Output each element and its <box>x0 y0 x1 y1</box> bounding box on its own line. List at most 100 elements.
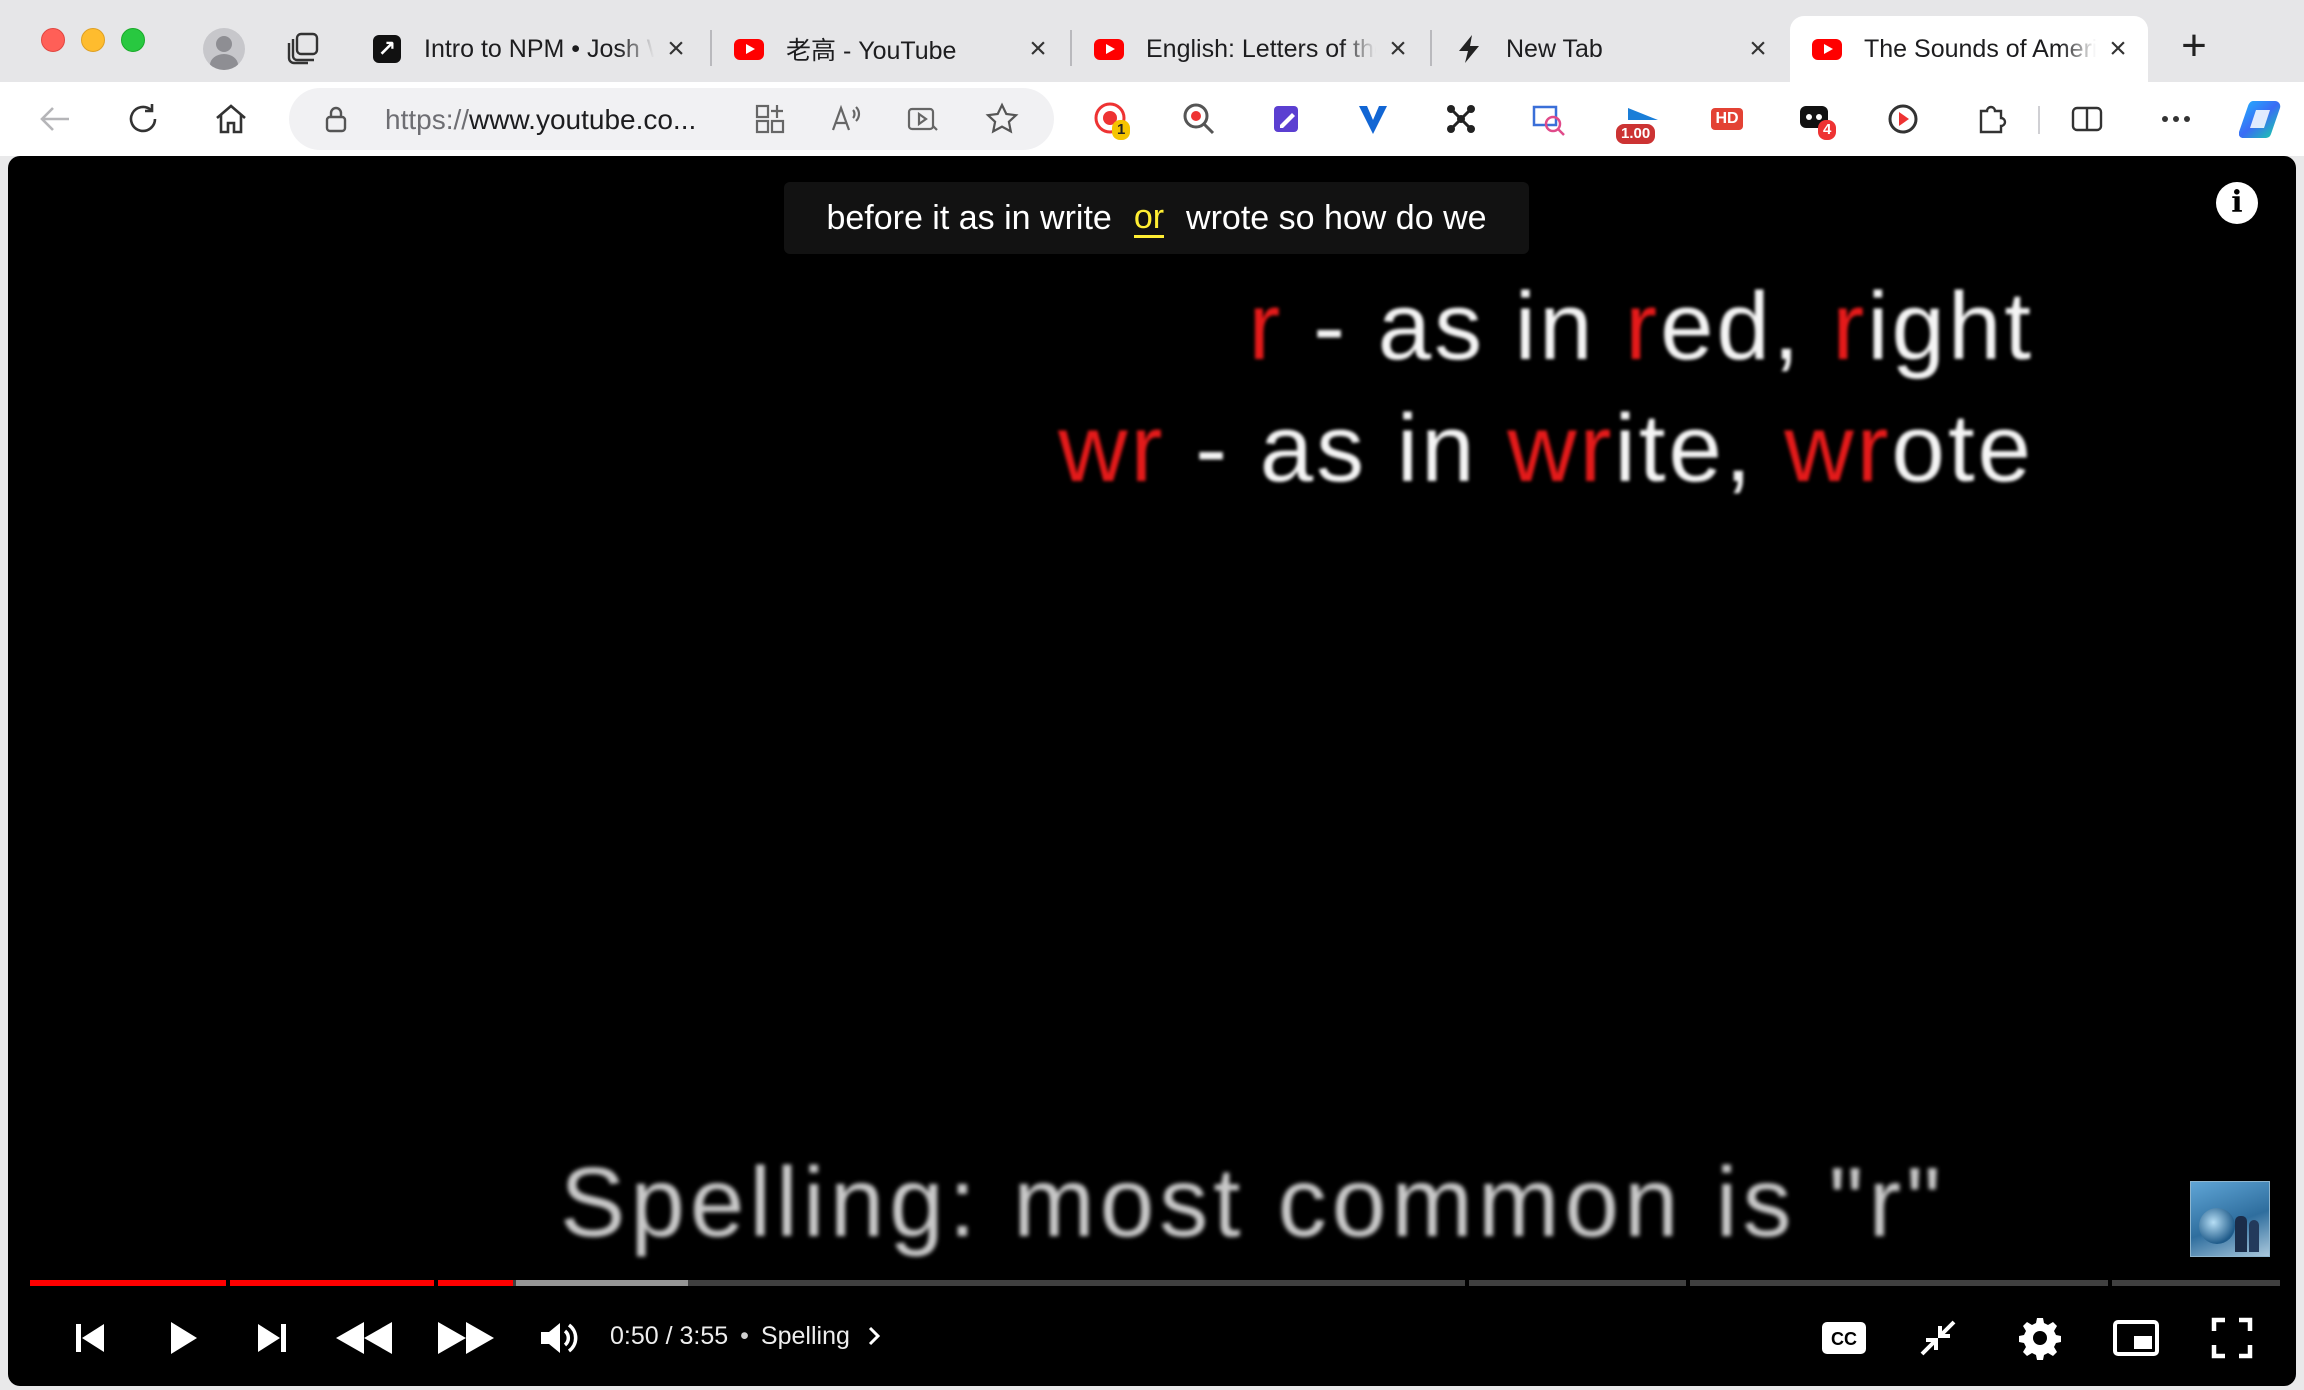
reload-icon[interactable] <box>122 98 164 140</box>
slide-text-line-1: r - as in red, right <box>1248 272 2034 382</box>
time-display: 0:50 / 3:55 • Spelling <box>610 1318 888 1354</box>
slide-footer-text: Spelling: most common is "r" <box>560 1147 1946 1257</box>
info-icon[interactable]: i <box>2216 182 2258 224</box>
youtube-icon <box>1094 37 1124 61</box>
vpn-extension-icon[interactable] <box>1352 98 1394 140</box>
closed-captions-icon[interactable]: CC <box>1814 1308 1874 1368</box>
extension-badge: 4 <box>1818 120 1837 140</box>
settings-gear-icon[interactable] <box>2010 1308 2070 1368</box>
close-tab-icon[interactable]: × <box>1024 34 1052 64</box>
tab-english-letters[interactable]: English: Letters of the Alphabet × <box>1072 16 1428 82</box>
copilot-icon[interactable] <box>2238 94 2288 144</box>
close-tab-icon[interactable]: × <box>1384 34 1412 64</box>
fast-forward-icon[interactable] <box>428 1308 504 1368</box>
favorite-star-icon[interactable] <box>981 98 1023 140</box>
chapter-segment[interactable] <box>1469 1280 1686 1286</box>
notes-extension-icon[interactable] <box>1266 98 1308 140</box>
chat-extension-icon[interactable]: 4 <box>1794 98 1837 140</box>
browser-toolbar: https://www.youtube.co... 1 1.00 HD 4 <box>0 82 2304 156</box>
hd-extension-icon[interactable]: HD <box>1706 98 1748 140</box>
volume-icon[interactable] <box>528 1308 588 1368</box>
video-player[interactable]: before it as in write or wrote so how do… <box>8 156 2296 1386</box>
previous-video-icon[interactable] <box>60 1308 120 1368</box>
slide-highlight-letters: r <box>1625 273 1661 380</box>
slide-text-run: ote <box>1891 395 2034 502</box>
tab-actions-icon[interactable] <box>286 30 322 66</box>
slide-highlight-letters: r <box>1832 273 1868 380</box>
chapter-segment[interactable] <box>1690 1280 2108 1286</box>
video-extension-icon[interactable] <box>1882 98 1924 140</box>
video-enhance-icon[interactable] <box>901 98 943 140</box>
split-screen-icon[interactable] <box>2066 98 2108 140</box>
next-video-icon[interactable] <box>242 1308 302 1368</box>
apps-icon[interactable] <box>749 98 791 140</box>
chapter-segment[interactable] <box>230 1280 434 1286</box>
slide-text-run: ed, <box>1660 273 1833 380</box>
slide-text-line-2: wr - as in write, wrote <box>1058 394 2034 504</box>
tab-strip: ↗ Intro to NPM • Josh W Comeau × 老高 - Yo… <box>0 0 2304 82</box>
search-extension-icon[interactable] <box>1178 98 1220 140</box>
record-extension-icon[interactable]: 1 <box>1090 98 1132 140</box>
time-text: 0:50 / 3:55 <box>610 1321 729 1350</box>
play-icon[interactable] <box>152 1308 212 1368</box>
home-icon[interactable] <box>210 98 252 140</box>
played-fill <box>30 1280 226 1286</box>
tab-laogao-youtube[interactable]: 老高 - YouTube × <box>712 16 1068 82</box>
youtube-icon <box>1812 37 1842 61</box>
address-bar[interactable]: https://www.youtube.co... <box>289 88 1054 150</box>
slide-highlight-letters: r <box>1248 273 1284 380</box>
close-window-button[interactable] <box>41 28 65 52</box>
zoom-window-button[interactable] <box>121 28 145 52</box>
tab-title: 老高 - YouTube <box>786 37 957 65</box>
close-tab-icon[interactable]: × <box>1744 34 1772 64</box>
back-arrow-icon[interactable] <box>34 98 76 140</box>
rewind-icon[interactable] <box>326 1308 402 1368</box>
tab-intro-npm[interactable]: ↗ Intro to NPM • Josh W Comeau × <box>350 16 706 82</box>
chapter-segment[interactable] <box>2112 1280 2280 1286</box>
played-fill <box>438 1280 513 1286</box>
translate-extension-icon[interactable] <box>1528 98 1570 140</box>
minimize-window-button[interactable] <box>81 28 105 52</box>
slide-highlight-letters: wr <box>1784 395 1892 502</box>
channel-watermark[interactable] <box>2190 1181 2270 1257</box>
slide-text-run: ight <box>1867 273 2034 380</box>
profile-avatar[interactable] <box>203 28 245 70</box>
tab-new-tab[interactable]: New Tab × <box>1432 16 1788 82</box>
slide-highlight-letters: wr <box>1507 395 1615 502</box>
slide-highlight-letters: wr <box>1058 395 1166 502</box>
toolbar-divider <box>2038 106 2040 134</box>
svg-text:CC: CC <box>1831 1329 1857 1349</box>
progress-bar[interactable] <box>30 1280 2280 1286</box>
caption-overlay: before it as in write or wrote so how do… <box>784 182 1529 254</box>
chapter-segment[interactable] <box>438 1280 1465 1286</box>
caption-text: before it as in write <box>826 198 1112 237</box>
extension-badge: 1.00 <box>1616 124 1656 144</box>
fullscreen-icon[interactable] <box>2202 1308 2262 1368</box>
chapter-segment[interactable] <box>30 1280 226 1286</box>
read-aloud-icon[interactable] <box>825 98 867 140</box>
chapter-title[interactable]: Spelling <box>761 1322 850 1351</box>
played-fill <box>230 1280 434 1286</box>
slide-text-run: - as in <box>1283 273 1626 380</box>
new-tab-button[interactable]: + <box>2170 24 2218 72</box>
speed-extension-icon[interactable]: 1.00 <box>1616 98 1672 144</box>
miniplayer-icon[interactable] <box>2106 1308 2166 1368</box>
close-tab-icon[interactable]: × <box>2104 34 2132 64</box>
arrow-up-right-icon: ↗ <box>372 35 402 63</box>
url-text: https://www.youtube.co... <box>385 104 697 135</box>
lock-icon[interactable] <box>319 102 353 136</box>
slide-text-run: ite, <box>1614 395 1785 502</box>
miniplayer-collapse-icon[interactable] <box>1908 1308 1968 1368</box>
close-tab-icon[interactable]: × <box>662 34 690 64</box>
youtube-icon <box>734 37 764 61</box>
lightning-icon <box>1454 35 1484 63</box>
caption-text: wrote so how do we <box>1186 198 1487 237</box>
chevron-right-icon[interactable] <box>862 1318 888 1354</box>
buffered-fill <box>516 1280 688 1286</box>
slide-text-run: - as in <box>1165 395 1508 502</box>
more-options-icon[interactable] <box>2155 98 2197 140</box>
ai-extension-icon[interactable] <box>1440 98 1482 140</box>
tab-title: New Tab <box>1506 34 1603 63</box>
tab-sounds-of-american-english[interactable]: The Sounds of American English × <box>1790 16 2148 82</box>
extensions-puzzle-icon[interactable] <box>1970 98 2012 140</box>
